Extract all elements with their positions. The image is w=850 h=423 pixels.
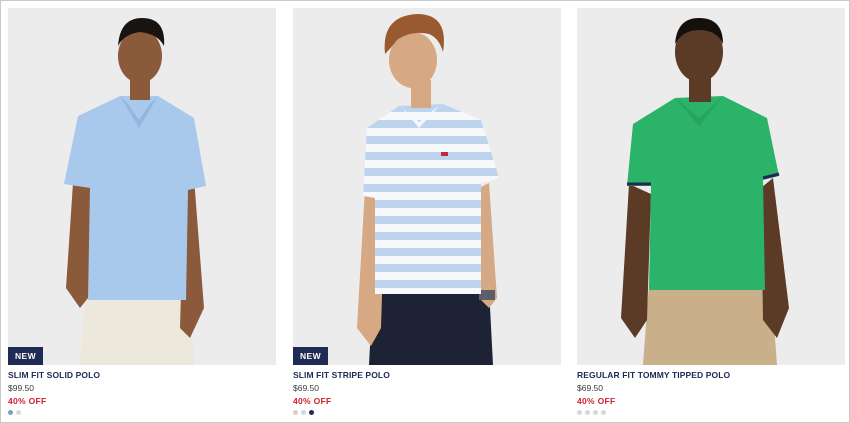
color-swatch[interactable] [309,410,314,415]
product-price: $69.50 [577,383,603,393]
color-swatch[interactable] [301,410,306,415]
product-name[interactable]: SLIM FIT SOLID POLO [8,370,276,380]
color-swatch[interactable] [601,410,606,415]
color-swatches [577,410,845,416]
product-grid: NEW SLIM FIT SOLID POLO $99.50 40% OFF N… [0,0,850,423]
discount-label: 40% OFF [8,396,47,406]
color-swatches [293,410,561,416]
color-swatch[interactable] [293,410,298,415]
product-price: $69.50 [293,383,319,393]
product-card[interactable]: NEW SLIM FIT SOLID POLO $99.50 40% OFF [8,8,276,416]
product-image[interactable] [577,8,845,365]
color-swatch[interactable] [577,410,582,415]
product-price: $99.50 [8,383,34,393]
model-photo-illustration [8,8,276,365]
model-photo-illustration [293,8,561,365]
color-swatch[interactable] [585,410,590,415]
shirt-shape [363,104,499,294]
product-card[interactable]: REGULAR FIT TOMMY TIPPED POLO $69.50 40%… [577,8,845,416]
product-image[interactable]: NEW [8,8,276,365]
product-name[interactable]: REGULAR FIT TOMMY TIPPED POLO [577,370,845,380]
color-swatches [8,410,276,416]
model-photo-illustration [577,8,845,365]
color-swatch[interactable] [8,410,13,415]
product-image[interactable]: NEW [293,8,561,365]
discount-label: 40% OFF [293,396,332,406]
new-badge: NEW [293,347,328,365]
product-card[interactable]: NEW SLIM FIT STRIPE POLO $69.50 40% OFF [293,8,561,416]
discount-label: 40% OFF [577,396,616,406]
new-badge: NEW [8,347,43,365]
product-name[interactable]: SLIM FIT STRIPE POLO [293,370,561,380]
color-swatch[interactable] [16,410,21,415]
color-swatch[interactable] [593,410,598,415]
